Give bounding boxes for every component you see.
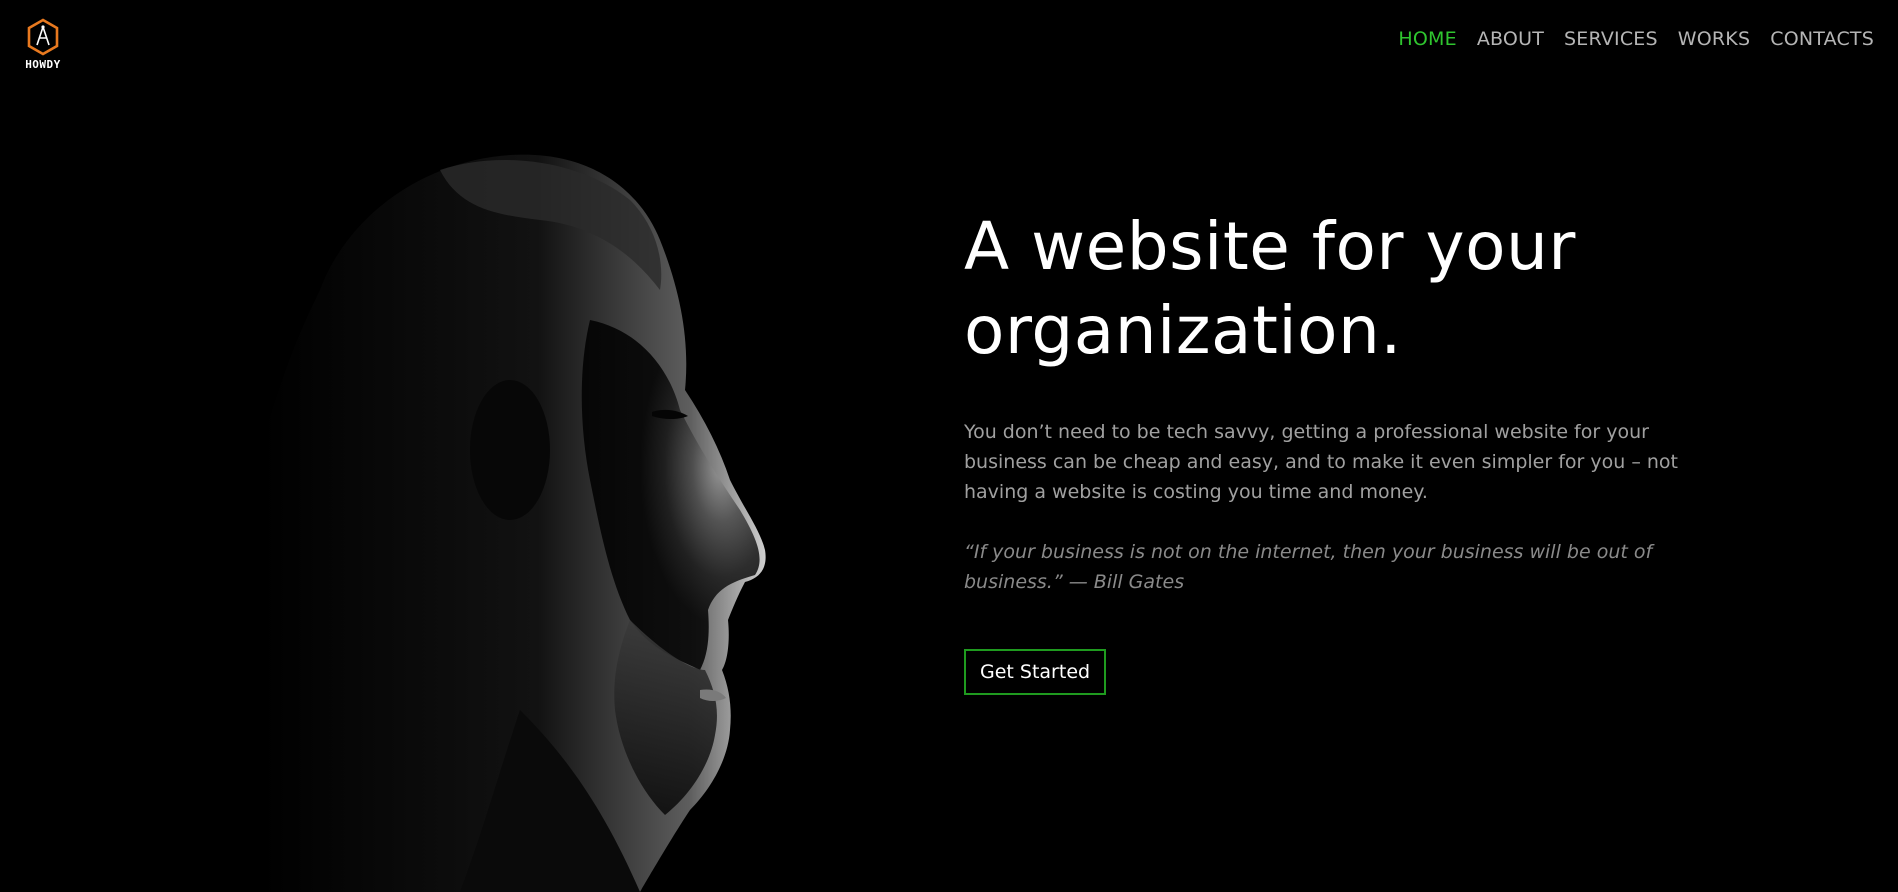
hero-description: You don’t need to be tech savvy, getting… (964, 421, 1678, 503)
hero-title-line2: organization. (964, 292, 1402, 369)
hero-title-line1: A website for your (964, 208, 1576, 285)
get-started-button[interactable]: Get Started (964, 649, 1107, 695)
hero-section: A website for your organization. You don… (964, 205, 1724, 695)
main-nav: HOME ABOUT SERVICES WORKS CONTACTS (1398, 28, 1874, 50)
landing-page: HOWDY HOME ABOUT SERVICES WORKS CONTACTS (0, 0, 1898, 892)
nav-item-home[interactable]: HOME (1398, 28, 1456, 50)
brand-logo[interactable]: HOWDY (22, 18, 64, 71)
nav-item-contacts[interactable]: CONTACTS (1770, 28, 1874, 50)
man-profile-portrait (260, 154, 766, 892)
nav-item-services[interactable]: SERVICES (1564, 28, 1658, 50)
nav-item-about[interactable]: ABOUT (1477, 28, 1544, 50)
hero-title: A website for your organization. (964, 205, 1724, 373)
logo-text: HOWDY (25, 58, 61, 71)
nav-item-works[interactable]: WORKS (1678, 28, 1750, 50)
hero-quote: “If your business is not on the internet… (964, 541, 1653, 593)
hexagon-logo-icon (27, 18, 59, 56)
